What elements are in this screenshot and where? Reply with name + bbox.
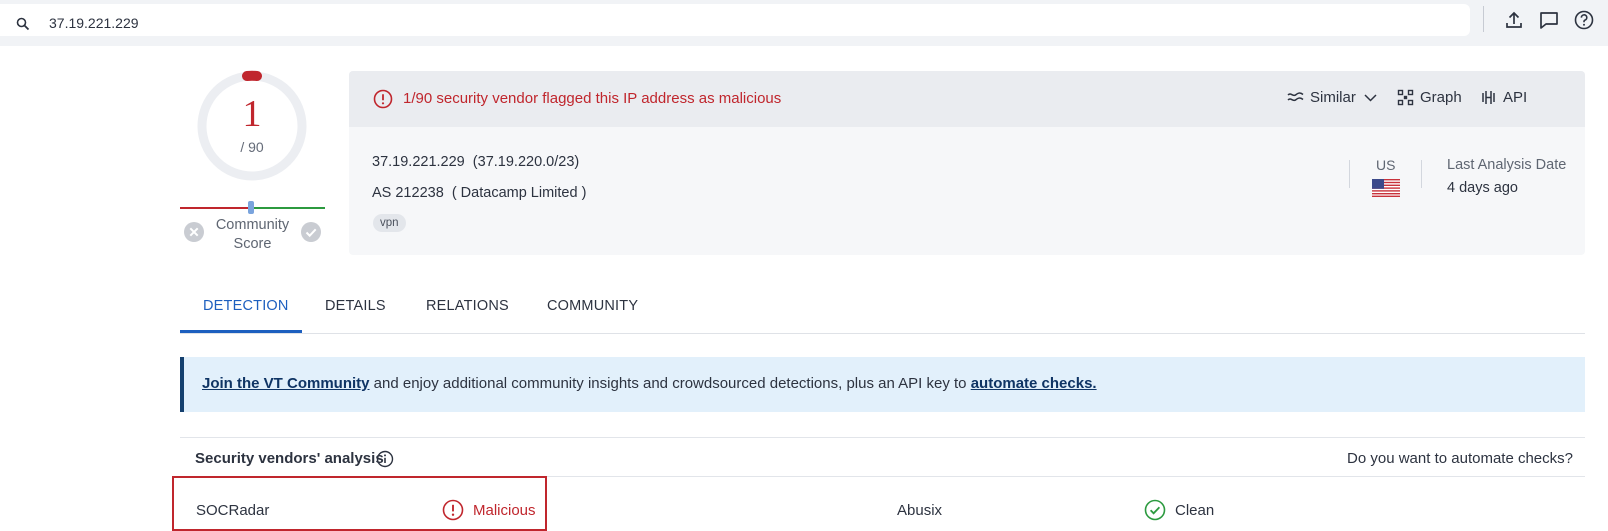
community-score-label: Community Score <box>215 217 290 252</box>
search-box[interactable]: 37.19.221.229 <box>0 4 1470 36</box>
automate-checks-question[interactable]: Do you want to automate checks? <box>1347 450 1573 467</box>
tab-community[interactable]: COMMUNITY <box>547 298 638 314</box>
vendors-analysis-title: Security vendors' analysis <box>195 450 384 467</box>
as-owner: ( Datacamp Limited ) <box>451 185 587 201</box>
api-button[interactable]: API <box>1480 89 1527 106</box>
ip-address: 37.19.221.229 <box>372 154 465 170</box>
graph-icon <box>1397 89 1414 106</box>
last-analysis-label: Last Analysis Date <box>1447 157 1567 173</box>
info-icon[interactable] <box>376 450 394 468</box>
detection-total: / 90 <box>240 139 264 155</box>
ip-line: 37.19.221.229 (37.19.220.0/23) <box>372 154 579 170</box>
banner-text: Join the VT Community and enjoy addition… <box>202 375 1097 392</box>
top-bar: 37.19.221.229 <box>0 0 1608 46</box>
clean-check-icon <box>1144 499 1166 521</box>
similar-button[interactable]: Similar <box>1287 89 1379 106</box>
vendor-verdict: Malicious <box>473 502 536 519</box>
meta-divider <box>1349 160 1350 188</box>
chat-icon[interactable] <box>1538 9 1560 31</box>
help-icon[interactable] <box>1573 9 1595 31</box>
section-divider <box>180 437 1585 438</box>
vendor-name: Abusix <box>897 502 943 519</box>
join-community-link[interactable]: Join the VT Community <box>202 375 370 392</box>
api-icon <box>1482 91 1495 104</box>
us-flag-icon <box>1372 179 1400 197</box>
search-icon <box>16 17 30 31</box>
country-code: US <box>1376 157 1396 173</box>
chevron-down-icon <box>1364 94 1377 102</box>
as-number: AS 212238 <box>372 185 444 201</box>
vendor-name: SOCRadar <box>196 502 270 519</box>
alert-icon <box>373 89 393 109</box>
as-line: AS 212238 ( Datacamp Limited ) <box>372 185 586 201</box>
last-analysis-value: 4 days ago <box>1447 180 1518 196</box>
report-tabs: DETECTION DETAILS RELATIONS COMMUNITY <box>180 285 1585 334</box>
alert-header: 1/90 security vendor flagged this IP add… <box>349 71 1585 127</box>
summary-card: 1/90 security vendor flagged this IP add… <box>349 71 1585 255</box>
active-tab-indicator <box>180 330 302 333</box>
search-input[interactable]: 37.19.221.229 <box>49 15 139 31</box>
meta-divider <box>1421 160 1422 188</box>
vendor-verdict: Clean <box>1175 502 1215 519</box>
graph-button[interactable]: Graph <box>1397 89 1462 106</box>
ip-network: (37.19.220.0/23) <box>472 154 580 170</box>
automate-checks-link[interactable]: automate checks. <box>971 375 1097 392</box>
tab-relations[interactable]: RELATIONS <box>426 298 509 314</box>
community-score-marker <box>248 201 254 214</box>
tab-details[interactable]: DETAILS <box>325 298 386 314</box>
alert-message: 1/90 security vendor flagged this IP add… <box>403 90 782 107</box>
upload-icon[interactable] <box>1503 9 1525 31</box>
detection-count: 1 <box>242 93 262 135</box>
community-bar-negative <box>180 207 251 209</box>
toolbar-divider <box>1483 6 1484 32</box>
vote-malicious-icon[interactable] <box>183 221 205 243</box>
similar-icon <box>1287 92 1304 102</box>
tag-badge[interactable]: vpn <box>373 214 406 232</box>
community-bar-positive <box>251 207 325 209</box>
malicious-icon <box>442 499 464 521</box>
vote-harmless-icon[interactable] <box>300 221 322 243</box>
community-banner: Join the VT Community and enjoy addition… <box>180 357 1585 412</box>
tab-detection[interactable]: DETECTION <box>203 298 289 314</box>
